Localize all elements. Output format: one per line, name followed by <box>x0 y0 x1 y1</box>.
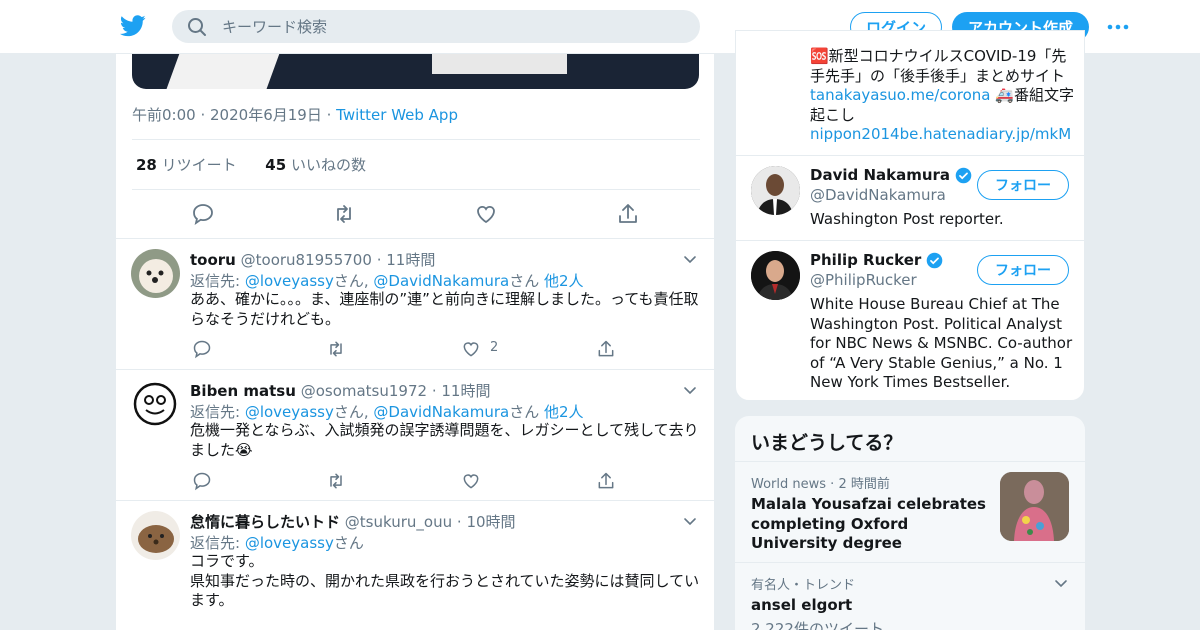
reply-actions: 2 <box>190 339 630 361</box>
reply-icon[interactable] <box>192 339 212 359</box>
retweet-icon[interactable] <box>326 339 346 359</box>
mention-link[interactable]: @loveyassy <box>245 272 334 290</box>
reply-time[interactable]: 11時間 <box>441 382 490 400</box>
tweet-stats: 28 リツイート 45 いいねの数 <box>136 154 366 175</box>
tweet-source-link[interactable]: Twitter Web App <box>336 106 458 124</box>
display-name[interactable]: Biben matsu <box>190 382 296 400</box>
like-icon[interactable] <box>461 471 481 491</box>
divider <box>132 189 700 190</box>
reply-icon[interactable] <box>192 471 212 491</box>
user-bio: Washington Post reporter. <box>810 210 1004 228</box>
follow-suggestion[interactable]: Philip Rucker @PhilipRucker フォロー White H… <box>736 241 1084 400</box>
trend-item[interactable]: 有名人・トレンド ansel elgort 2,222件のツイート <box>751 574 1071 630</box>
mention-link[interactable]: @DavidNakamura <box>373 403 509 421</box>
verified-badge-icon <box>955 167 972 183</box>
display-name[interactable]: tooru <box>190 251 236 269</box>
replying-to: 返信先: @loveyassyさん <box>190 534 364 552</box>
share-icon[interactable] <box>596 471 616 491</box>
like-icon[interactable] <box>474 202 498 226</box>
reply-text: コラです。 県知事だった時の、開かれた県政を行おうとされていた姿勢には賛同してい… <box>190 552 700 609</box>
tweet-timestamp: 午前0:00 · 2020年6月19日 · Twitter Web App <box>132 106 458 124</box>
like-count: 2 <box>490 340 499 355</box>
user-bio: 🆘新型コロナウイルスCOVID-19「先手先手」の「後手後手」まとめサイトtan… <box>810 47 1074 143</box>
share-icon[interactable] <box>616 202 640 226</box>
reply-header: tooru @tooru81955700 · 11時間 <box>190 251 436 269</box>
user-handle[interactable]: @PhilipRucker <box>810 271 917 289</box>
media-paper-shape <box>161 54 283 89</box>
reply-tweet[interactable]: Biben matsu @osomatsu1972 · 11時間 返信先: @l… <box>116 369 714 500</box>
twitter-bird-icon[interactable] <box>120 14 146 38</box>
reply-tweet[interactable]: tooru @tooru81955700 · 11時間 返信先: @loveya… <box>116 238 714 369</box>
search-icon <box>188 18 206 36</box>
chevron-down-icon[interactable] <box>682 251 698 267</box>
follow-button[interactable]: フォロー <box>977 255 1069 285</box>
more-options-icon[interactable] <box>1106 17 1130 37</box>
who-to-follow-panel: 🆘新型コロナウイルスCOVID-19「先手先手」の「後手後手」まとめサイトtan… <box>735 30 1085 401</box>
display-name[interactable]: David Nakamura <box>810 166 972 184</box>
trends-heading: いまどうしてる？ <box>751 432 903 454</box>
share-icon[interactable] <box>596 339 616 359</box>
avatar[interactable] <box>131 511 180 560</box>
reply-tweet[interactable]: 怠惰に暮らしたいトド @tsukuru_ouu · 10時間 返信先: @lov… <box>116 500 714 630</box>
retweet-icon[interactable] <box>326 471 346 491</box>
avatar[interactable] <box>131 249 180 298</box>
bio-link[interactable]: tanakayasuo.me/corona <box>810 86 991 104</box>
display-name[interactable]: Philip Rucker <box>810 251 943 269</box>
trend-tweet-count: 2,222件のツイート <box>751 619 884 630</box>
divider <box>735 461 1085 462</box>
reply-actions <box>190 471 630 493</box>
others-link[interactable]: 他2人 <box>544 272 584 290</box>
trend-title[interactable]: ansel elgort <box>751 596 1071 616</box>
user-handle[interactable]: @tsukuru_ouu <box>345 513 452 531</box>
search-box[interactable] <box>172 10 700 43</box>
avatar[interactable] <box>751 251 800 300</box>
search-input[interactable] <box>222 10 682 43</box>
avatar[interactable] <box>131 380 180 429</box>
retweet-stat[interactable]: 28 リツイート <box>136 156 237 174</box>
mention-link[interactable]: @loveyassy <box>245 403 334 421</box>
user-handle[interactable]: @DavidNakamura <box>810 186 946 204</box>
verified-badge-icon <box>927 252 943 268</box>
divider <box>132 139 700 140</box>
reply-text: 危機一発とならぶ、入試頻発の誤字誘導問題を、レガシーとして残して去りました😭 <box>190 421 699 459</box>
like-stat[interactable]: 45 いいねの数 <box>265 156 366 174</box>
chevron-down-icon[interactable] <box>682 382 698 398</box>
others-link[interactable]: 他2人 <box>544 403 584 421</box>
display-name[interactable]: 怠惰に暮らしたいトド <box>190 513 340 531</box>
trends-panel: いまどうしてる？ World news · 2 時間前 Malala Yousa… <box>735 416 1085 630</box>
reply-time[interactable]: 11時間 <box>386 251 435 269</box>
user-handle[interactable]: @tooru81955700 <box>241 251 372 269</box>
tweet-time[interactable]: 午前0:00 <box>132 106 196 124</box>
tweet-actions <box>116 202 714 230</box>
like-icon[interactable] <box>461 339 481 359</box>
reply-header: Biben matsu @osomatsu1972 · 11時間 <box>190 382 491 400</box>
media-paper-shape <box>432 54 567 74</box>
chevron-down-icon[interactable] <box>1053 575 1069 591</box>
reply-time[interactable]: 10時間 <box>466 513 515 531</box>
trend-thumbnail[interactable] <box>1000 472 1069 541</box>
main-timeline: 午前0:00 · 2020年6月19日 · Twitter Web App 28… <box>115 54 715 630</box>
user-bio: White House Bureau Chief at The Washingt… <box>810 295 1073 391</box>
retweet-icon[interactable] <box>332 202 356 226</box>
reply-header: 怠惰に暮らしたいトド @tsukuru_ouu · 10時間 <box>190 513 516 531</box>
trend-title[interactable]: Malala Yousafzai celebrates completing O… <box>751 495 986 554</box>
follow-suggestion[interactable]: David Nakamura @DavidNakamura フォロー Washi… <box>736 156 1084 240</box>
avatar[interactable] <box>751 166 800 215</box>
mention-link[interactable]: @loveyassy <box>245 534 334 552</box>
replying-to: 返信先: @loveyassyさん, @DavidNakamuraさん 他2人 <box>190 403 584 421</box>
mention-link[interactable]: @DavidNakamura <box>373 272 509 290</box>
tweet-date[interactable]: 2020年6月19日 <box>210 106 322 124</box>
bio-link[interactable]: nippon2014be.hatenadiary.jp/mkM <box>810 125 1071 143</box>
user-handle[interactable]: @osomatsu1972 <box>301 382 427 400</box>
reply-text: ああ、確かに。。。ま、連座制の”連”と前向きに理解しました。っても責任取らなそう… <box>190 290 699 328</box>
trend-meta: 有名人・トレンド <box>751 578 856 593</box>
chevron-down-icon[interactable] <box>682 513 698 529</box>
replying-to: 返信先: @loveyassyさん, @DavidNakamuraさん 他2人 <box>190 272 584 290</box>
reply-icon[interactable] <box>191 202 215 226</box>
tweet-media-image[interactable] <box>132 54 699 89</box>
divider <box>735 562 1085 563</box>
follow-button[interactable]: フォロー <box>977 170 1069 200</box>
